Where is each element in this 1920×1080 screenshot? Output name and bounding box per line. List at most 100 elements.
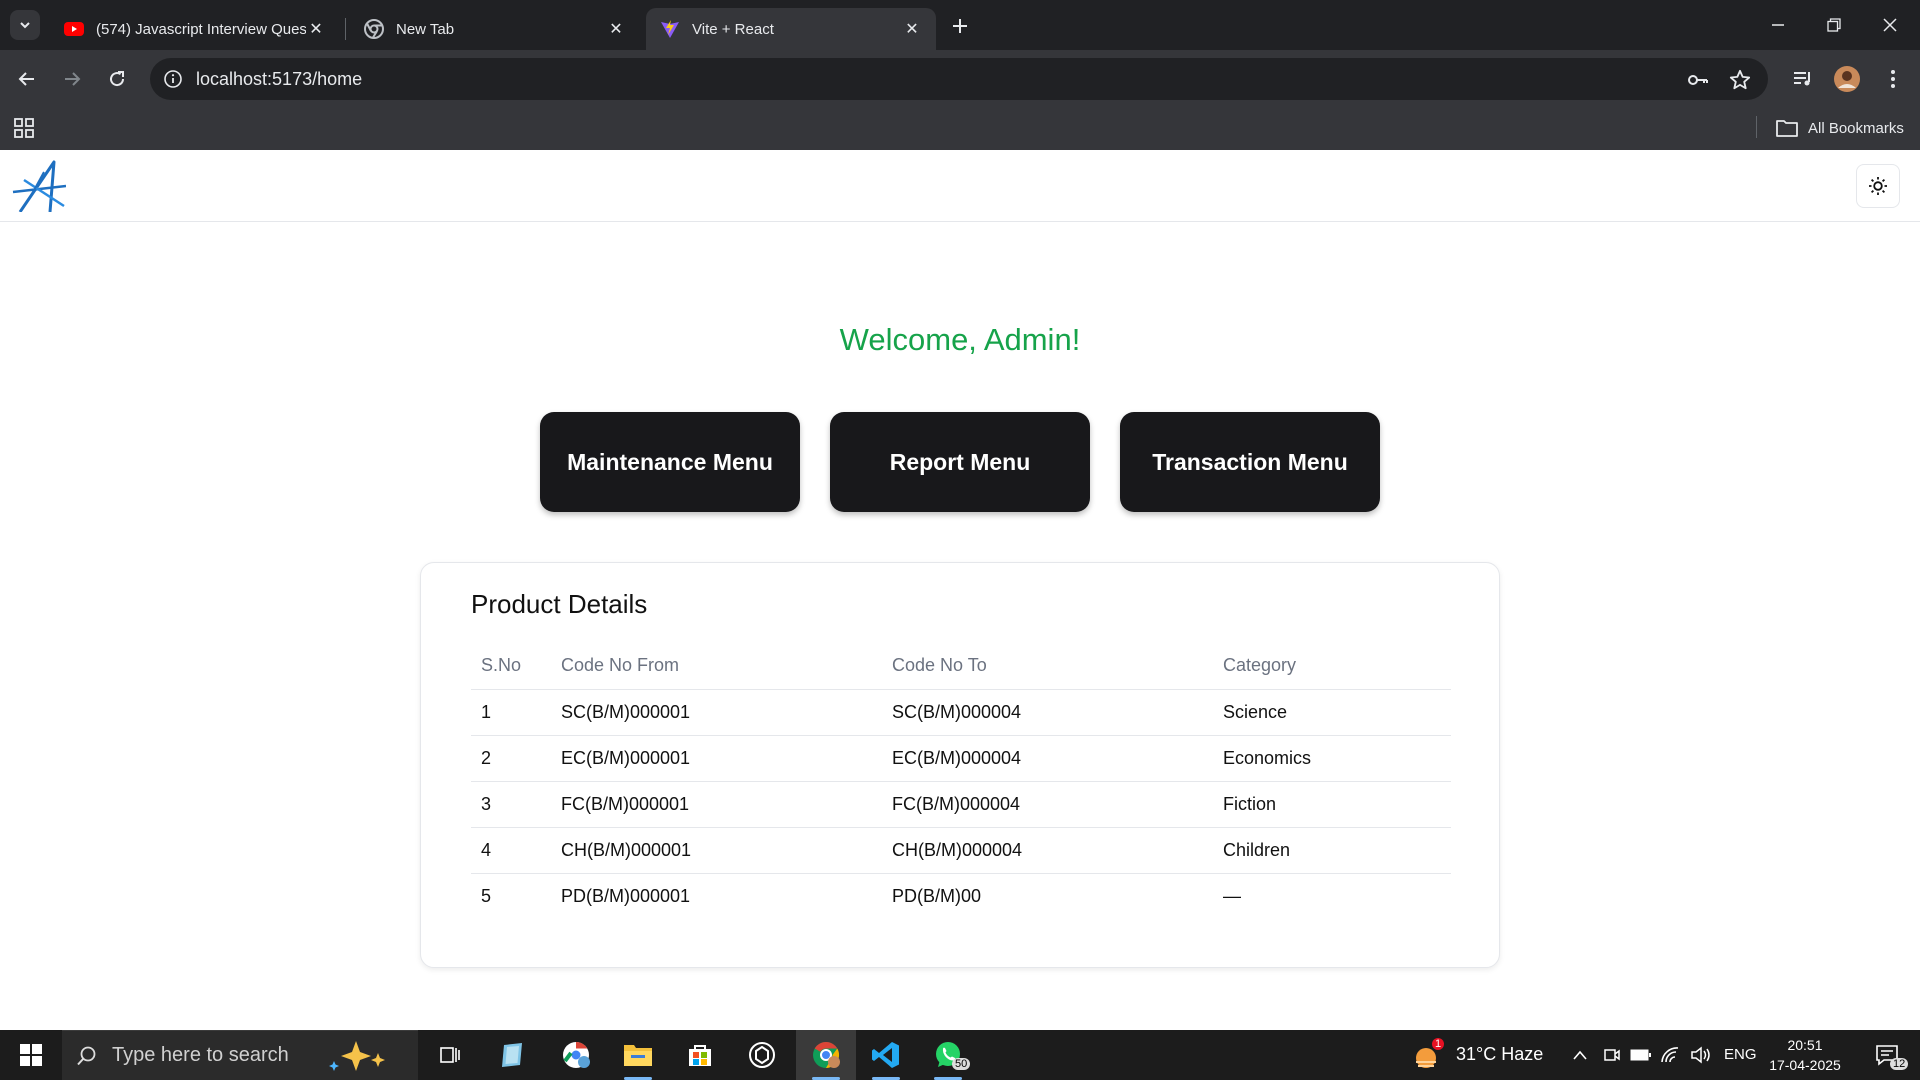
card-title: Product Details [471, 589, 648, 619]
taskbar-app-chatgpt[interactable] [734, 1030, 790, 1080]
report-menu-button[interactable]: Report Menu [830, 412, 1090, 512]
address-bar[interactable]: localhost:5173/home [150, 58, 1768, 100]
close-icon[interactable]: ✕ [902, 19, 922, 39]
chrome-menu-button[interactable] [1878, 64, 1908, 94]
maintenance-menu-button[interactable]: Maintenance Menu [540, 412, 800, 512]
minimize-button[interactable] [1750, 0, 1806, 50]
apps-grid-icon[interactable] [12, 116, 36, 140]
clock-date: 17-04-2025 [1769, 1057, 1841, 1073]
task-view-icon [440, 1047, 460, 1063]
taskbar-app-notes[interactable] [484, 1030, 540, 1080]
forward-button[interactable] [57, 64, 87, 94]
taskbar-app-whatsapp[interactable]: 50 [920, 1030, 976, 1080]
tab-search-button[interactable] [10, 10, 40, 40]
chrome-icon [813, 1041, 840, 1069]
notification-center-button[interactable]: 12 [1862, 1030, 1912, 1080]
profile-avatar[interactable] [1832, 64, 1862, 94]
avatar-icon [1834, 66, 1860, 92]
reload-button[interactable] [102, 64, 132, 94]
taskbar-app-store[interactable] [672, 1030, 728, 1080]
column-header: Code No From [551, 643, 882, 690]
table-cell: Economics [1213, 735, 1451, 782]
table-cell: Fiction [1213, 781, 1451, 828]
all-bookmarks-label: All Bookmarks [1808, 119, 1904, 137]
table-header-row: S.No Code No From Code No To Category [471, 643, 1451, 690]
bookmarks-bar: All Bookmarks [0, 106, 1920, 150]
copilot-sparkle-icon [329, 1041, 385, 1071]
vscode-icon [872, 1042, 899, 1068]
column-header: Code No To [882, 643, 1213, 690]
bookmarks-divider [1756, 116, 1757, 138]
windows-taskbar: Type here to search 50 1 31°C Haze ENG 2… [0, 1030, 1920, 1080]
tab-new-tab[interactable]: New Tab ✕ [350, 8, 640, 50]
taskbar-app-chrome[interactable] [796, 1030, 856, 1080]
product-details-card: Product Details S.No Code No From Code N… [420, 562, 1500, 968]
tab-title: (574) Javascript Interview Questions [96, 20, 306, 38]
wifi-icon[interactable] [1658, 1030, 1684, 1080]
bookmark-star-icon[interactable] [1728, 68, 1752, 92]
task-view-button[interactable] [422, 1030, 478, 1080]
speaker-icon [1691, 1046, 1710, 1064]
camera-icon [1604, 1049, 1620, 1061]
plus-icon [953, 19, 967, 33]
theme-toggle-button[interactable] [1856, 164, 1900, 208]
transaction-menu-button[interactable]: Transaction Menu [1120, 412, 1380, 512]
close-icon[interactable]: ✕ [306, 19, 326, 39]
search-icon [77, 1046, 96, 1065]
sun-icon [1869, 177, 1887, 195]
table-cell: 1 [471, 689, 551, 736]
window-close-button[interactable] [1862, 0, 1918, 50]
chrome-icon [364, 19, 384, 39]
battery-icon[interactable] [1628, 1030, 1654, 1080]
taskbar-app-file-explorer[interactable] [610, 1030, 666, 1080]
media-queue-icon [1794, 72, 1810, 86]
close-icon [1883, 18, 1897, 32]
language-indicator[interactable]: ENG [1724, 1046, 1757, 1063]
arrow-right-icon [65, 72, 81, 86]
column-header: S.No [471, 643, 551, 690]
store-icon [689, 1045, 711, 1066]
tab-youtube[interactable]: (574) Javascript Interview Questions ✕ [50, 8, 340, 50]
close-icon[interactable]: ✕ [606, 19, 626, 39]
table-cell: PD(B/M)00 [892, 885, 982, 906]
site-info-icon[interactable] [162, 68, 184, 90]
table-cell: EC(B/M)000004 [882, 735, 1213, 782]
restore-button[interactable] [1806, 0, 1862, 50]
chevron-up-icon [1573, 1050, 1587, 1060]
more-vertical-icon [1891, 70, 1895, 88]
wifi-glyph-icon [1661, 1047, 1679, 1063]
tab-vite-react[interactable]: Vite + React ✕ [646, 8, 936, 50]
show-hidden-icons-button[interactable] [1570, 1030, 1590, 1080]
weather-alert-badge: 1 [1432, 1038, 1445, 1050]
table-cell: SC(B/M)000004 [882, 689, 1213, 736]
chatgpt-icon [749, 1042, 775, 1068]
all-bookmarks-button[interactable]: All Bookmarks [1776, 116, 1904, 140]
table-cell: FC(B/M)000001 [551, 781, 882, 828]
table-cell: 4 [471, 827, 551, 874]
table-cell: FC(B/M)000004 [882, 781, 1213, 828]
table-row: 5 PD(B/M)000001 PD(B/M)00 — [471, 873, 1451, 919]
chrome-icon [563, 1041, 590, 1068]
table-cell: SC(B/M)000001 [551, 689, 882, 736]
address-text: localhost:5173/home [196, 69, 363, 89]
table-row: 2 EC(B/M)000001 EC(B/M)000004 Economics [471, 735, 1451, 782]
start-button[interactable] [0, 1030, 62, 1080]
vite-icon [660, 19, 680, 39]
new-tab-button[interactable] [946, 12, 974, 40]
media-control-button[interactable] [1788, 64, 1818, 94]
taskbar-search-box[interactable]: Type here to search [62, 1030, 418, 1080]
taskbar-app-chrome-profile[interactable] [548, 1030, 604, 1080]
password-key-icon[interactable] [1686, 68, 1710, 92]
taskbar-app-vscode[interactable] [858, 1030, 914, 1080]
company-logo[interactable] [10, 160, 66, 212]
table-cell: CH(B/M)000004 [882, 827, 1213, 874]
back-button[interactable] [12, 64, 42, 94]
volume-icon[interactable] [1688, 1030, 1714, 1080]
meet-now-icon[interactable] [1600, 1030, 1624, 1080]
taskbar-clock[interactable]: 20:51 17-04-2025 [1760, 1035, 1850, 1075]
table-row: 4 CH(B/M)000001 CH(B/M)000004 Children [471, 827, 1451, 874]
windows-logo-icon [20, 1044, 42, 1066]
weather-widget-icon[interactable]: 1 [1404, 1030, 1448, 1080]
weather-text[interactable]: 31°C Haze [1456, 1044, 1543, 1065]
table-cell: — [1223, 885, 1241, 906]
